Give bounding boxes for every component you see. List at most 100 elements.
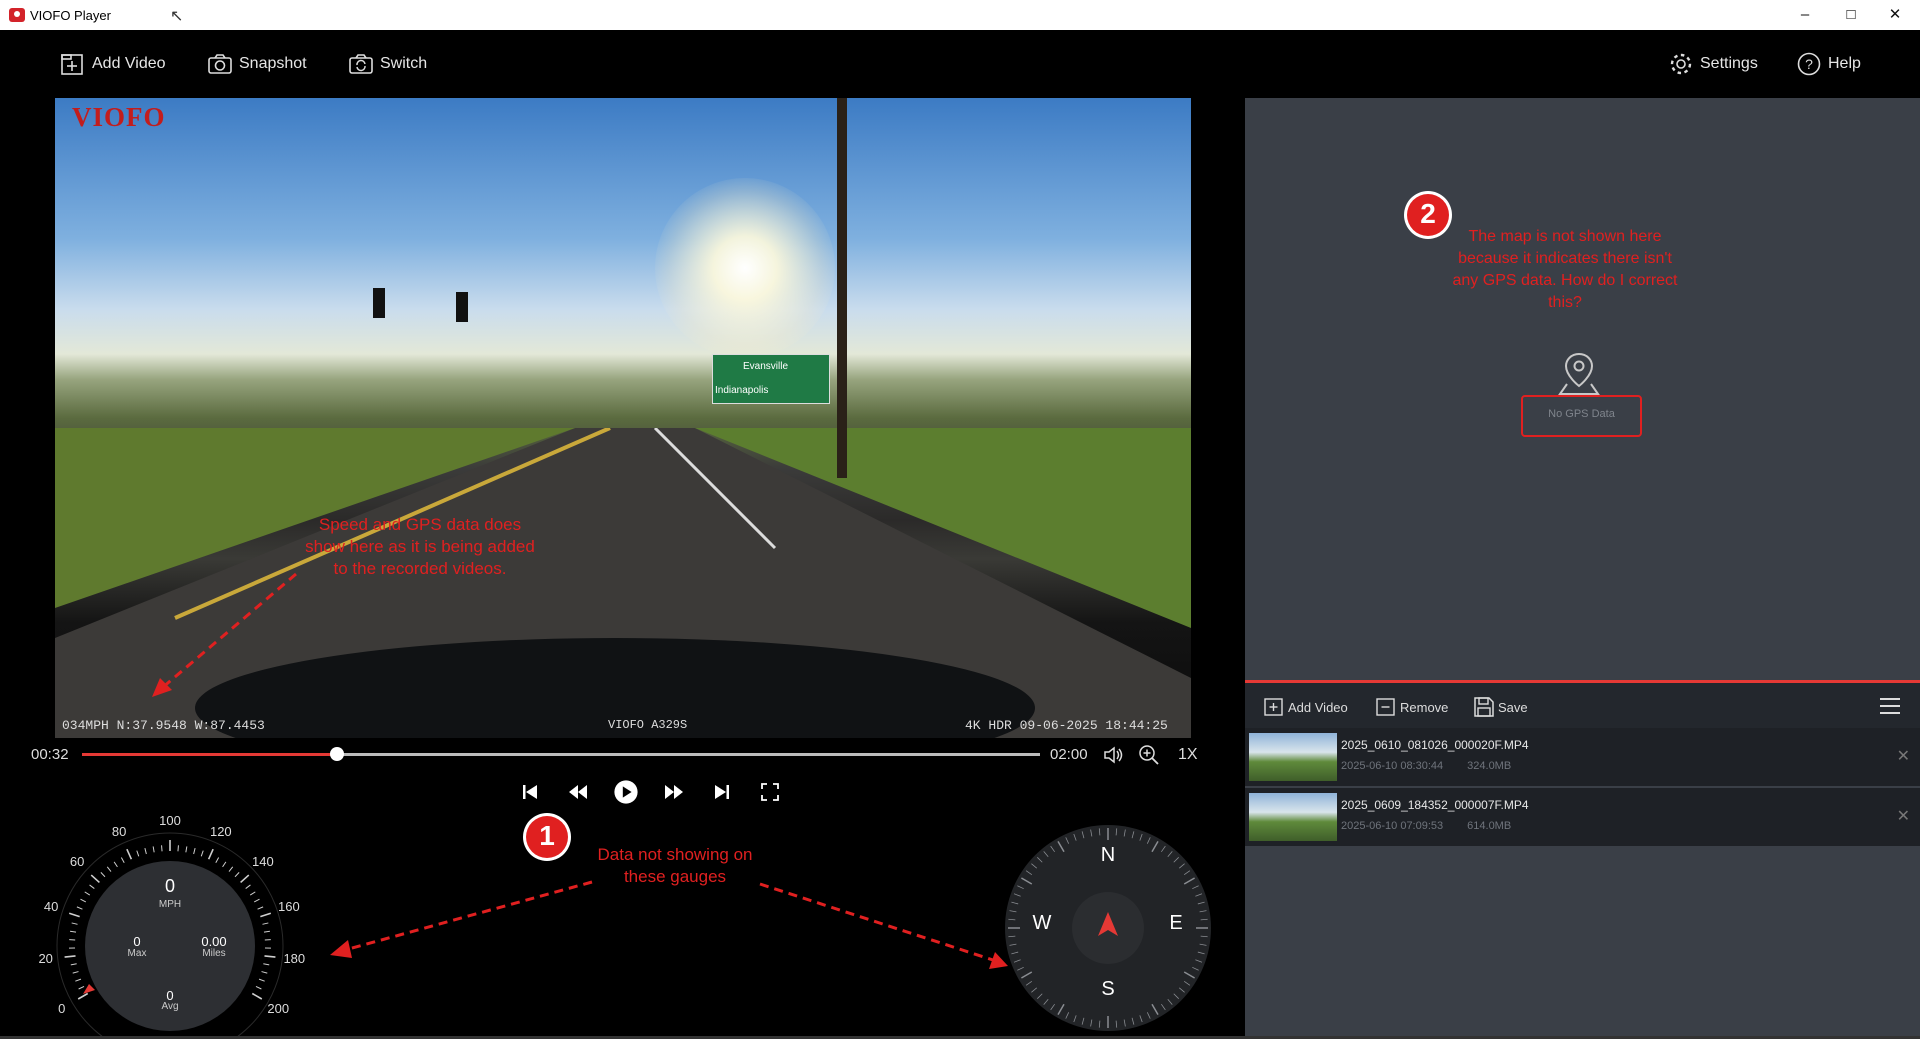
speedometer-minor-tick: [249, 891, 256, 896]
sun-glare: [655, 178, 835, 358]
snapshot-label: Snapshot: [239, 55, 307, 72]
speedometer-minor-tick: [255, 985, 262, 990]
seek-bar[interactable]: [82, 747, 1040, 761]
main-toolbar: Add Video Snapshot Switch Settings ? Hel…: [0, 30, 1920, 98]
road-scene: [55, 428, 1191, 738]
speedometer-major-tick: [64, 955, 76, 958]
file-date: 2025-06-10 07:09:53: [1341, 820, 1444, 832]
skip-next-icon: [715, 785, 729, 799]
settings-button[interactable]: Settings: [1668, 50, 1758, 78]
help-button[interactable]: ? Help: [1796, 50, 1861, 78]
switch-camera-icon: [349, 54, 373, 74]
speedometer-minor-tick: [262, 922, 269, 925]
avg-label: Avg: [161, 1001, 179, 1012]
file-date: 2025-06-10 08:30:44: [1341, 760, 1444, 772]
speedometer-minor-tick: [78, 985, 85, 990]
play-button[interactable]: [614, 780, 638, 804]
playlist-remove-button[interactable]: Remove: [1375, 696, 1448, 718]
speedometer-minor-tick: [75, 978, 82, 982]
playlist-add-video-button[interactable]: Add Video: [1263, 696, 1348, 718]
playlist-remove-label: Remove: [1400, 699, 1449, 715]
speedometer-tick-label: 20: [38, 951, 53, 967]
traffic-light: [456, 292, 468, 322]
gear-icon: [1670, 53, 1692, 75]
speedometer-minor-tick: [263, 963, 270, 966]
speedometer-tick-label: 100: [159, 813, 181, 828]
playlist-save-label: Save: [1498, 699, 1528, 715]
speedometer-tick-label: 0: [58, 1000, 66, 1016]
menu-icon[interactable]: [1879, 696, 1901, 716]
speedometer-minor-tick: [215, 857, 220, 863]
playlist-item[interactable]: 2025_0610_081026_000020F.MP4 2025-06-10 …: [1245, 728, 1920, 786]
playback-speed[interactable]: 1X: [1178, 746, 1198, 764]
file-size: 324.0MB: [1467, 760, 1512, 772]
playlist-toolbar: Add Video Remove Save: [1245, 683, 1920, 728]
maximize-button[interactable]: □: [1828, 3, 1874, 27]
speedometer-major-tick: [68, 912, 80, 918]
speedometer-gauge: 0 20 40 60 80 100 120 140 160 180 200 0 MPH 0 Max …: [25, 808, 325, 1039]
progress-area: 00:32 02:00 1X: [0, 738, 1245, 772]
video-player[interactable]: Evansville Indianapolis VIOFO 034MPH N:3…: [55, 98, 1191, 738]
road-sign: Evansville Indianapolis: [712, 354, 830, 404]
fullscreen-icon: [761, 783, 779, 801]
map-panel[interactable]: 2 The map is not shown here because it i…: [1245, 98, 1920, 680]
speedometer-minor-tick: [177, 845, 179, 852]
title-bar: VIOFO Player ↖ – □ ✕: [0, 0, 1920, 30]
rewind-button[interactable]: [566, 780, 590, 804]
utility-pole: [837, 98, 847, 478]
video-thumbnail: [1249, 733, 1337, 781]
note-line: this?: [1548, 294, 1582, 311]
file-meta: 2025-06-10 08:30:44 324.0MB: [1341, 760, 1511, 772]
compass-south: S: [1101, 978, 1115, 1000]
zoom-in-icon[interactable]: [1138, 744, 1160, 770]
speedometer-minor-tick: [258, 978, 265, 982]
add-video-icon: [1264, 698, 1283, 716]
playlist-add-video-label: Add Video: [1288, 699, 1348, 715]
speedometer-minor-tick: [152, 846, 155, 853]
fullscreen-button[interactable]: [758, 780, 782, 804]
note-line: show here as it is being added: [305, 537, 535, 556]
no-gps-label: No GPS Data: [1548, 408, 1615, 420]
speedometer-minor-tick: [106, 866, 112, 872]
annotation-note-gauges: Data not showing on these gauges: [560, 844, 790, 888]
save-icon: [1474, 697, 1494, 717]
max-value: 0: [133, 934, 141, 949]
speedometer-major-tick: [90, 874, 100, 884]
speedometer-tick-label: 200: [267, 1000, 290, 1016]
help-icon: ?: [1797, 52, 1821, 76]
speedometer-major-tick: [240, 874, 250, 884]
volume-icon[interactable]: [1102, 744, 1124, 770]
seek-handle[interactable]: [330, 747, 345, 761]
rewind-icon: [569, 785, 587, 799]
speedometer-major-tick: [126, 848, 133, 860]
remove-item-icon[interactable]: ✕: [1897, 806, 1910, 826]
playlist-item[interactable]: 2025_0609_184352_000007F.MP4 2025-06-10 …: [1245, 788, 1920, 846]
road-sign-evansville: Evansville: [743, 361, 789, 372]
speedometer-tick-label: 180: [283, 951, 306, 967]
remove-item-icon[interactable]: ✕: [1897, 746, 1910, 766]
osd-model: VIOFO A329S: [608, 718, 688, 732]
road-sign-indianapolis: Indianapolis: [715, 385, 769, 396]
switch-button[interactable]: Switch: [348, 50, 427, 78]
previous-button[interactable]: [518, 780, 542, 804]
remove-icon: [1376, 698, 1395, 716]
add-video-button[interactable]: Add Video: [60, 50, 166, 78]
note-line: these gauges: [623, 867, 727, 886]
speedometer-minor-tick: [245, 884, 251, 889]
speedometer-minor-tick: [70, 930, 77, 933]
play-icon: [614, 780, 638, 804]
speedometer-minor-tick: [70, 963, 77, 966]
speedometer-major-tick: [207, 848, 214, 860]
close-button[interactable]: ✕: [1872, 3, 1918, 27]
snapshot-button[interactable]: Snapshot: [207, 50, 307, 78]
speedometer-major-tick: [251, 992, 263, 1000]
osd-speed-gps: 034MPH N:37.9548 W:87.4453: [62, 718, 265, 733]
speedometer-minor-tick: [234, 872, 240, 878]
fast-forward-button[interactable]: [662, 780, 686, 804]
app-camera-icon: [9, 8, 25, 22]
playlist-save-button[interactable]: Save: [1473, 696, 1528, 718]
speedometer-tick-label: 120: [209, 823, 232, 839]
minimize-button[interactable]: –: [1782, 3, 1828, 27]
next-button[interactable]: [710, 780, 734, 804]
speedometer-minor-tick: [136, 850, 140, 857]
